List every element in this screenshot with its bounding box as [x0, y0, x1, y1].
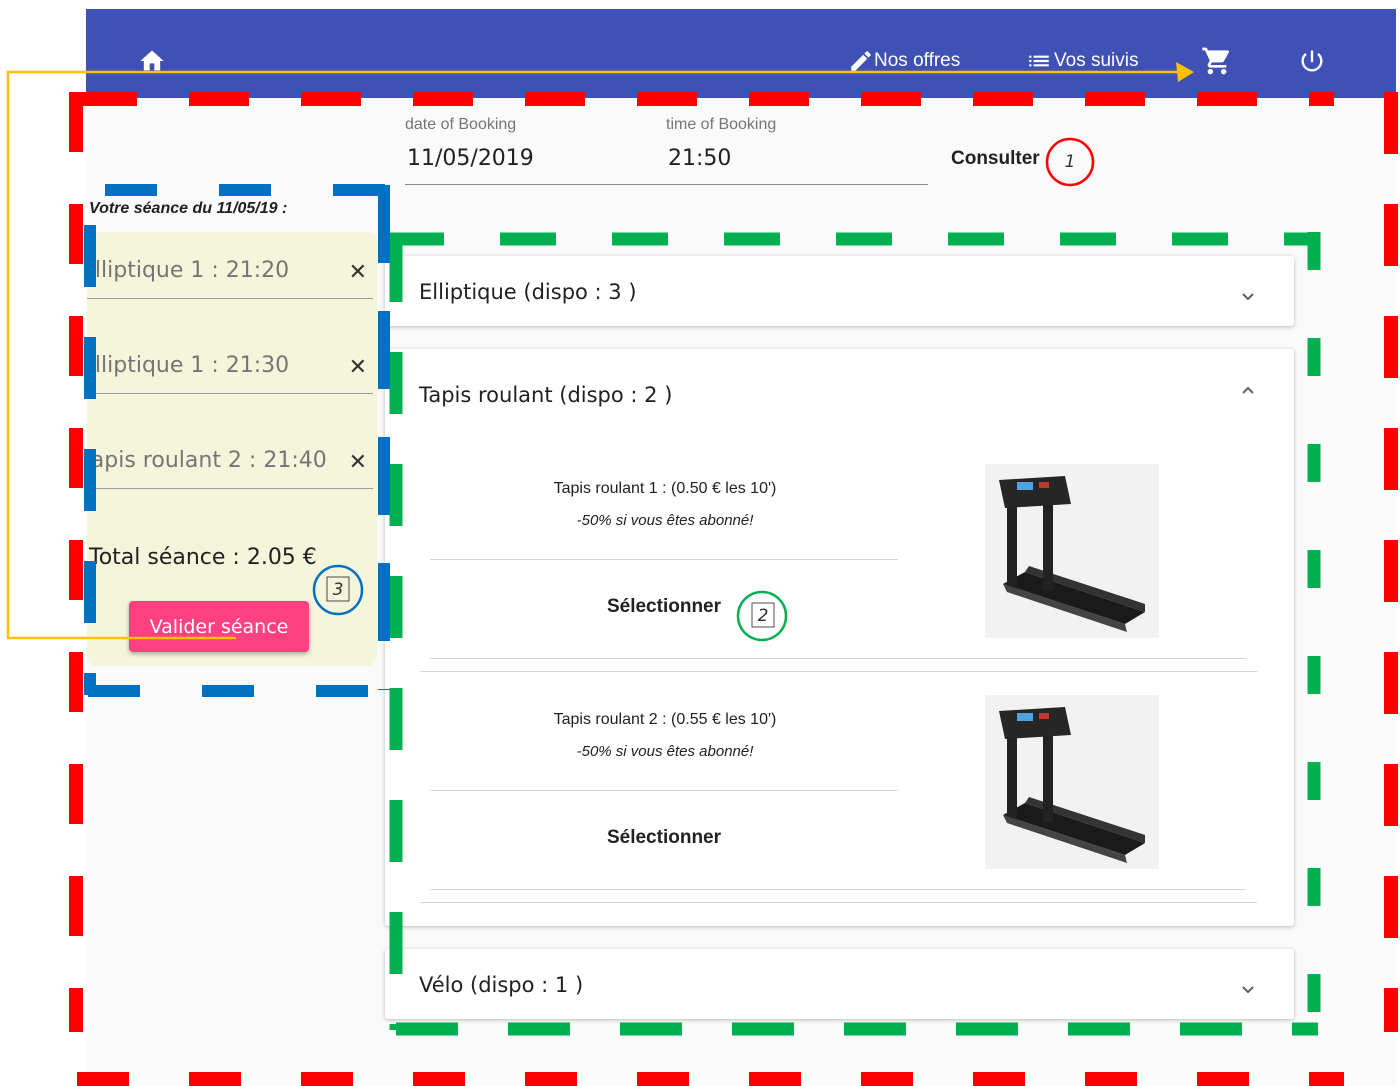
arrow-head-icon — [1176, 62, 1194, 82]
annotation-number-1: 1 — [1064, 152, 1076, 172]
green-annotation-frame — [388, 232, 1321, 1036]
annotation-overlay — [6, 62, 1398, 1086]
annotation-number-2: 2 — [757, 606, 769, 626]
yellow-flow-arrow — [6, 70, 1180, 640]
annotation-number-3: 3 — [332, 580, 344, 600]
blue-annotation-frame — [84, 184, 392, 697]
